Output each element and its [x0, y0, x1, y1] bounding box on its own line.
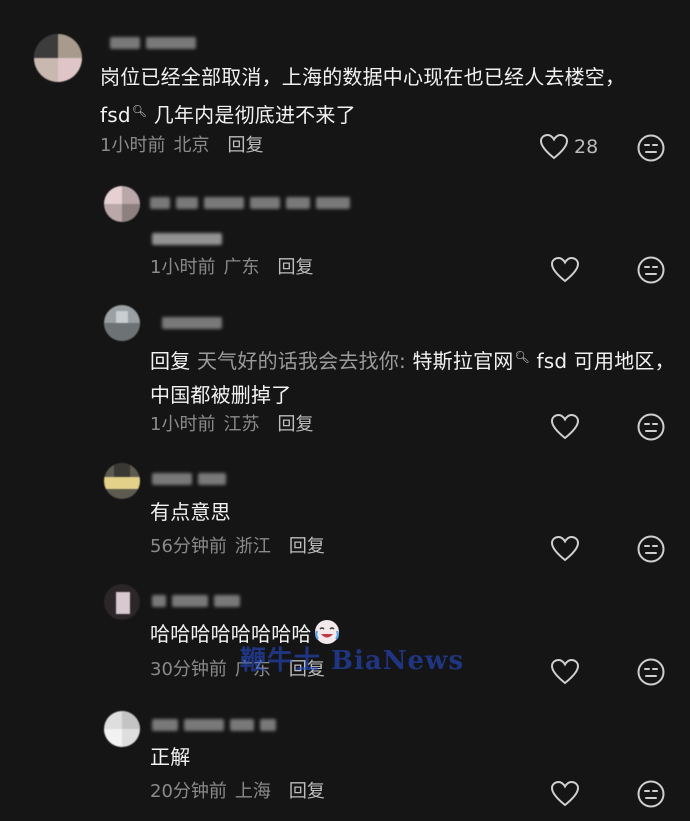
comment-meta: 1小时前 广东 回复	[150, 256, 313, 280]
comment-location: 广东	[234, 659, 271, 680]
search-link[interactable]: fsd🔍︎	[100, 103, 147, 127]
like-button[interactable]: 28	[540, 134, 598, 160]
meh-face-icon	[637, 256, 665, 284]
comment-text: 哈哈哈哈哈哈哈哈	[150, 617, 340, 651]
username[interactable]	[152, 472, 226, 486]
comment-list: 岗位已经全部取消，上海的数据中心现在也已经人去楼空， fsd🔍︎ 几年内是彻底进…	[0, 0, 690, 821]
search-icon: 🔍︎	[131, 104, 148, 118]
comment-meta: 20分钟前 上海 回复	[150, 780, 325, 804]
reply-button[interactable]: 回复	[289, 780, 325, 804]
reply-button[interactable]: 回复	[227, 134, 263, 158]
comment-time: 1小时前	[150, 257, 216, 278]
username[interactable]	[152, 594, 240, 608]
comment-location: 上海	[234, 781, 271, 802]
avatar[interactable]	[104, 186, 140, 222]
comment-time: 30分钟前	[150, 659, 227, 680]
comment-location: 广东	[223, 257, 260, 278]
comment-time: 1小时前	[100, 135, 166, 156]
dislike-button[interactable]	[637, 535, 665, 567]
reply-button[interactable]: 回复	[277, 413, 313, 437]
username[interactable]	[150, 196, 350, 210]
meh-face-icon	[637, 535, 665, 563]
like-button[interactable]	[551, 781, 579, 807]
like-button[interactable]	[551, 659, 579, 685]
comment-text: 有点意思	[150, 500, 231, 524]
comment-time: 1小时前	[150, 414, 216, 435]
username[interactable]	[162, 316, 222, 330]
crying-laughing-emoji-icon	[314, 620, 339, 644]
heart-icon	[540, 134, 568, 160]
comment-text: 回复 天气好的话我会去找你: 特斯拉官网🔍︎ fsd 可用地区，中国都被删掉了	[150, 349, 675, 407]
meh-face-icon	[637, 658, 665, 686]
comment-time: 20分钟前	[150, 781, 227, 802]
avatar[interactable]	[104, 305, 140, 341]
like-button[interactable]	[551, 414, 579, 440]
comment-meta: 56分钟前 浙江 回复	[150, 535, 325, 559]
heart-icon	[551, 659, 579, 685]
heart-icon	[551, 414, 579, 440]
dislike-button[interactable]	[637, 780, 665, 812]
avatar[interactable]	[104, 711, 140, 747]
meh-face-icon	[637, 780, 665, 808]
like-button[interactable]	[551, 257, 579, 283]
like-count: 28	[574, 136, 599, 158]
comment-location: 浙江	[234, 536, 271, 557]
username[interactable]	[152, 718, 276, 732]
dislike-button[interactable]	[637, 658, 665, 690]
meh-face-icon	[637, 134, 665, 162]
comment-text-blurred	[152, 232, 222, 246]
heart-icon	[551, 536, 579, 562]
comment-meta: 1小时前 江苏 回复	[150, 413, 313, 437]
meh-face-icon	[637, 413, 665, 441]
comment-meta: 1小时前 北京 回复	[100, 134, 263, 158]
heart-icon	[551, 781, 579, 807]
username[interactable]	[110, 36, 196, 50]
reply-button[interactable]: 回复	[277, 256, 313, 280]
search-icon: 🔍︎	[514, 350, 530, 364]
avatar[interactable]	[34, 34, 82, 82]
dislike-button[interactable]	[637, 256, 665, 288]
reply-button[interactable]: 回复	[289, 658, 325, 682]
like-button[interactable]	[551, 536, 579, 562]
avatar[interactable]	[104, 463, 140, 499]
comment-text: 正解	[150, 745, 191, 769]
comment-text: 岗位已经全部取消，上海的数据中心现在也已经人去楼空， fsd🔍︎ 几年内是彻底进…	[100, 65, 626, 127]
comment-meta: 30分钟前 广东 回复	[150, 658, 325, 682]
comment-location: 北京	[173, 135, 210, 156]
dislike-button[interactable]	[637, 413, 665, 445]
avatar[interactable]	[104, 584, 140, 620]
dislike-button[interactable]	[637, 134, 665, 166]
reply-button[interactable]: 回复	[289, 535, 325, 559]
comment-time: 56分钟前	[150, 536, 227, 557]
reply-prefix: 回复	[150, 349, 191, 373]
heart-icon	[551, 257, 579, 283]
search-link[interactable]: 特斯拉官网🔍︎	[412, 349, 529, 373]
reply-to-user[interactable]: 天气好的话我会去找你:	[197, 349, 406, 373]
comment-location: 江苏	[223, 414, 260, 435]
